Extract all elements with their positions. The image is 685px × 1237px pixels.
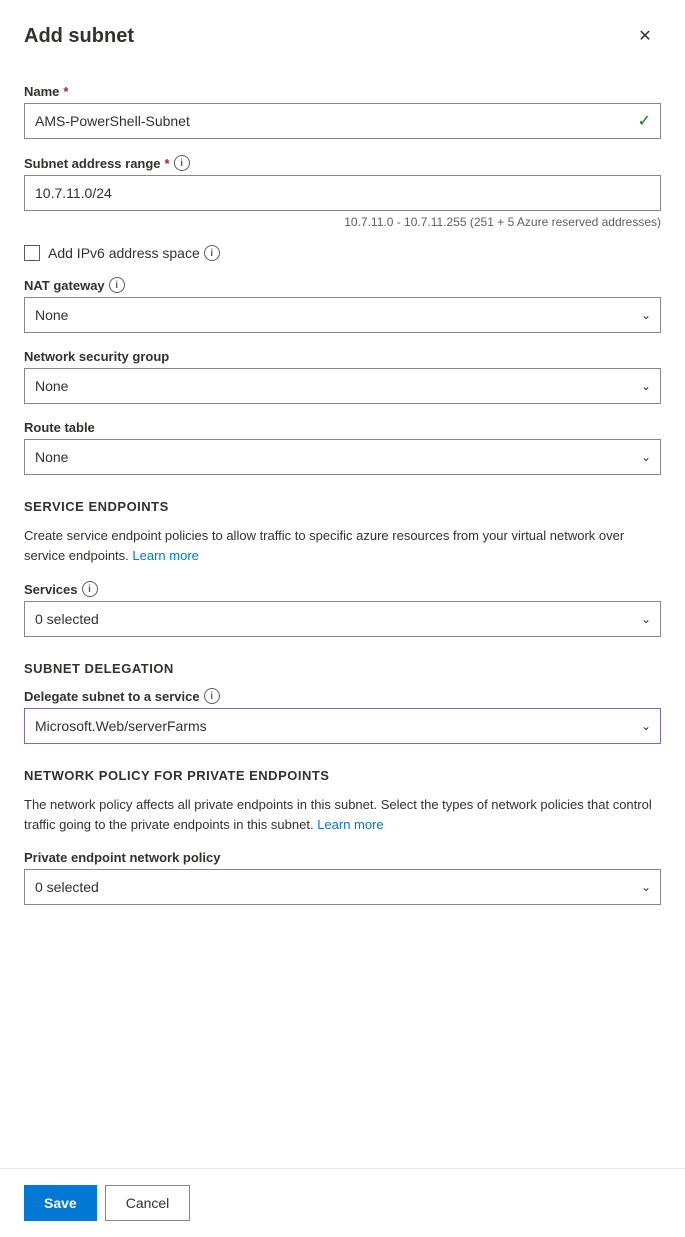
nat-gateway-label: NAT gateway i bbox=[24, 277, 661, 293]
close-button[interactable]: ✕ bbox=[629, 20, 661, 52]
close-icon: ✕ bbox=[638, 26, 651, 46]
service-endpoints-description: Create service endpoint policies to allo… bbox=[24, 526, 661, 565]
private-endpoint-select-wrapper: 0 selected ⌄ bbox=[24, 869, 661, 905]
cancel-button[interactable]: Cancel bbox=[105, 1185, 191, 1221]
nat-gateway-select-wrapper: None ⌄ bbox=[24, 297, 661, 333]
service-endpoints-heading: SERVICE ENDPOINTS bbox=[24, 499, 661, 514]
private-endpoint-select[interactable]: 0 selected bbox=[24, 869, 661, 905]
nsg-select[interactable]: None bbox=[24, 368, 661, 404]
ipv6-info-icon[interactable]: i bbox=[204, 245, 220, 261]
save-button[interactable]: Save bbox=[24, 1185, 97, 1221]
ipv6-checkbox-row: Add IPv6 address space i bbox=[24, 245, 661, 261]
address-hint: 10.7.11.0 - 10.7.11.255 (251 + 5 Azure r… bbox=[24, 215, 661, 229]
subnet-address-field-group: Subnet address range * i 10.7.11.0 - 10.… bbox=[24, 155, 661, 229]
panel-footer: Save Cancel bbox=[0, 1168, 685, 1237]
panel-header: Add subnet ✕ bbox=[0, 0, 685, 68]
delegation-select[interactable]: Microsoft.Web/serverFarms None bbox=[24, 708, 661, 744]
route-table-field-group: Route table None ⌄ bbox=[24, 420, 661, 475]
panel-body: Name * ✓ Subnet address range * i 10.7.1… bbox=[0, 68, 685, 1168]
services-select[interactable]: 0 selected bbox=[24, 601, 661, 637]
subnet-required-star: * bbox=[165, 156, 170, 171]
add-subnet-panel: Add subnet ✕ Name * ✓ Subnet address ran… bbox=[0, 0, 685, 1237]
delegation-info-icon[interactable]: i bbox=[204, 688, 220, 704]
nsg-field-group: Network security group None ⌄ bbox=[24, 349, 661, 404]
nsg-label: Network security group bbox=[24, 349, 661, 364]
delegation-select-wrapper: Microsoft.Web/serverFarms None ⌄ bbox=[24, 708, 661, 744]
nat-gateway-select[interactable]: None bbox=[24, 297, 661, 333]
private-endpoint-field-group: Private endpoint network policy 0 select… bbox=[24, 850, 661, 905]
name-required-star: * bbox=[63, 84, 68, 99]
panel-title: Add subnet bbox=[24, 25, 134, 48]
name-input-wrapper: ✓ bbox=[24, 103, 661, 139]
service-endpoints-learn-more[interactable]: Learn more bbox=[132, 548, 198, 563]
route-table-select[interactable]: None bbox=[24, 439, 661, 475]
network-policy-heading: NETWORK POLICY FOR PRIVATE ENDPOINTS bbox=[24, 768, 661, 783]
subnet-address-input[interactable] bbox=[24, 175, 661, 211]
route-table-label: Route table bbox=[24, 420, 661, 435]
delegation-field-group: Delegate subnet to a service i Microsoft… bbox=[24, 688, 661, 744]
services-select-wrapper: 0 selected ⌄ bbox=[24, 601, 661, 637]
subnet-info-icon[interactable]: i bbox=[174, 155, 190, 171]
route-table-select-wrapper: None ⌄ bbox=[24, 439, 661, 475]
name-input[interactable] bbox=[24, 103, 661, 139]
delegation-label: Delegate subnet to a service i bbox=[24, 688, 661, 704]
name-check-icon: ✓ bbox=[638, 111, 651, 131]
bottom-spacer bbox=[24, 921, 661, 1001]
nat-info-icon[interactable]: i bbox=[109, 277, 125, 293]
network-policy-description: The network policy affects all private e… bbox=[24, 795, 661, 834]
private-endpoint-label: Private endpoint network policy bbox=[24, 850, 661, 865]
network-policy-learn-more[interactable]: Learn more bbox=[317, 817, 383, 832]
name-field-group: Name * ✓ bbox=[24, 84, 661, 139]
subnet-address-label: Subnet address range * i bbox=[24, 155, 661, 171]
nat-gateway-field-group: NAT gateway i None ⌄ bbox=[24, 277, 661, 333]
services-label: Services i bbox=[24, 581, 661, 597]
ipv6-label: Add IPv6 address space i bbox=[48, 245, 220, 261]
name-label: Name * bbox=[24, 84, 661, 99]
ipv6-checkbox[interactable] bbox=[24, 245, 40, 261]
services-info-icon[interactable]: i bbox=[82, 581, 98, 597]
nsg-select-wrapper: None ⌄ bbox=[24, 368, 661, 404]
subnet-delegation-heading: SUBNET DELEGATION bbox=[24, 661, 661, 676]
services-field-group: Services i 0 selected ⌄ bbox=[24, 581, 661, 637]
